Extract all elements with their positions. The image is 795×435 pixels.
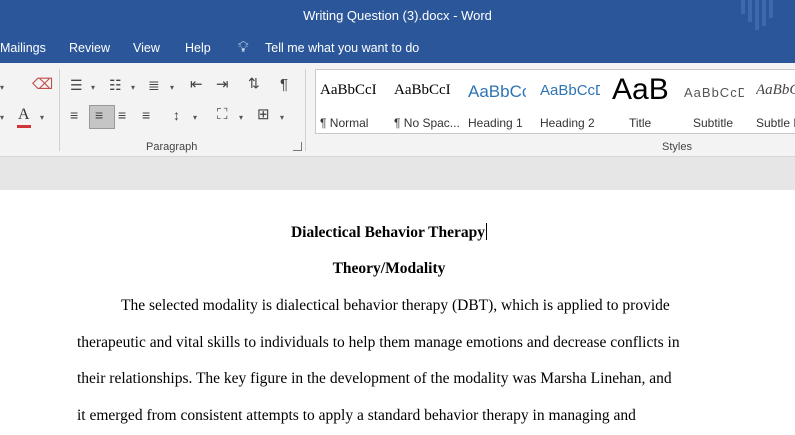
body-line: their relationships. The key figure in t… xyxy=(77,370,672,387)
tell-me-search[interactable]: Tell me what you want to do xyxy=(265,41,419,55)
multilevel-dropdown-icon[interactable]: ▾ xyxy=(170,83,174,92)
align-center-icon[interactable]: ≡ xyxy=(95,108,103,122)
ruler-area xyxy=(0,157,795,190)
font-color-dropdown-icon[interactable]: ▾ xyxy=(40,113,44,122)
borders-icon[interactable]: ⊞ xyxy=(257,107,270,122)
decrease-indent-icon[interactable]: ⇤ xyxy=(190,77,203,92)
body-line: The selected modality is dialectical beh… xyxy=(121,297,670,314)
shading-icon[interactable]: ⛶ xyxy=(217,107,228,122)
tab-help[interactable]: Help xyxy=(185,41,211,55)
paragraph-dialog-launcher-icon[interactable] xyxy=(293,142,302,151)
section-heading: Theory/Modality xyxy=(332,260,446,277)
font-color-icon[interactable]: A xyxy=(17,107,31,128)
body-line: it emerged from consistent attempts to a… xyxy=(77,407,636,424)
style-normal[interactable]: AaBbCcI ¶ Normal xyxy=(320,70,388,133)
align-right-icon[interactable]: ≡ xyxy=(118,108,126,122)
bullets-dropdown-icon[interactable]: ▾ xyxy=(91,83,95,92)
numbering-dropdown-icon[interactable]: ▾ xyxy=(131,83,135,92)
justify-icon[interactable]: ≡ xyxy=(142,108,150,122)
numbering-icon[interactable]: ☷ xyxy=(109,78,122,92)
align-left-icon[interactable]: ≡ xyxy=(70,108,78,122)
clear-formatting-icon[interactable]: ⌫ xyxy=(32,77,53,92)
window-title: Writing Question (3).docx - Word xyxy=(303,8,492,23)
title-bar: Writing Question (3).docx - Word xyxy=(0,0,795,34)
styles-gallery: AaBbCcI ¶ Normal AaBbCcI ¶ No Spac... Aa… xyxy=(315,69,795,134)
style-subtitle[interactable]: AaBbCcD Subtitle xyxy=(684,70,746,133)
ribbon: ▾ ⌫ ▾ A ▾ ☰ ▾ ☷ ▾ ≣ ▾ ⇤ ⇥ ⇅ ¶ ≡ ≡ ≡ ≡ ↕ … xyxy=(0,63,795,157)
menu-bar: Mailings Review View Help 💡︎ Tell me wha… xyxy=(0,34,795,63)
sort-icon[interactable]: ⇅ xyxy=(248,76,260,90)
tab-mailings[interactable]: Mailings xyxy=(0,41,46,55)
styles-group-label: Styles xyxy=(662,141,692,153)
increase-indent-icon[interactable]: ⇥ xyxy=(216,77,229,92)
paragraph-group-label: Paragraph xyxy=(146,141,198,153)
group-separator xyxy=(59,69,60,151)
text-cursor xyxy=(486,223,488,240)
shading-dropdown-icon[interactable]: ▾ xyxy=(239,113,243,122)
style-heading-2[interactable]: AaBbCcD Heading 2 xyxy=(540,70,602,133)
line-spacing-icon[interactable]: ↕ xyxy=(173,108,180,122)
title-bar-decoration xyxy=(741,0,773,30)
lightbulb-icon: 💡︎ xyxy=(238,39,249,56)
style-title[interactable]: AaB Title xyxy=(612,70,672,133)
tab-view[interactable]: View xyxy=(133,41,160,55)
style-subtle-emphasis[interactable]: AaBbCcD Subtle E xyxy=(756,70,795,133)
line-spacing-dropdown-icon[interactable]: ▾ xyxy=(193,113,197,122)
body-line: therapeutic and vital skills to individu… xyxy=(77,334,680,351)
document-title: Dialectical Behavior Therapy xyxy=(290,223,488,241)
bullets-icon[interactable]: ☰ xyxy=(70,78,83,92)
style-heading-1[interactable]: AaBbCc Heading 1 xyxy=(468,70,528,133)
group-separator xyxy=(305,69,306,151)
highlight-dropdown-icon[interactable]: ▾ xyxy=(0,113,4,122)
style-no-spacing[interactable]: AaBbCcI ¶ No Spac... xyxy=(394,70,462,133)
multilevel-list-icon[interactable]: ≣ xyxy=(148,78,160,92)
tab-review[interactable]: Review xyxy=(69,41,110,55)
font-size-dropdown-icon[interactable]: ▾ xyxy=(0,83,4,92)
borders-dropdown-icon[interactable]: ▾ xyxy=(280,113,284,122)
show-formatting-marks-icon[interactable]: ¶ xyxy=(280,77,288,92)
